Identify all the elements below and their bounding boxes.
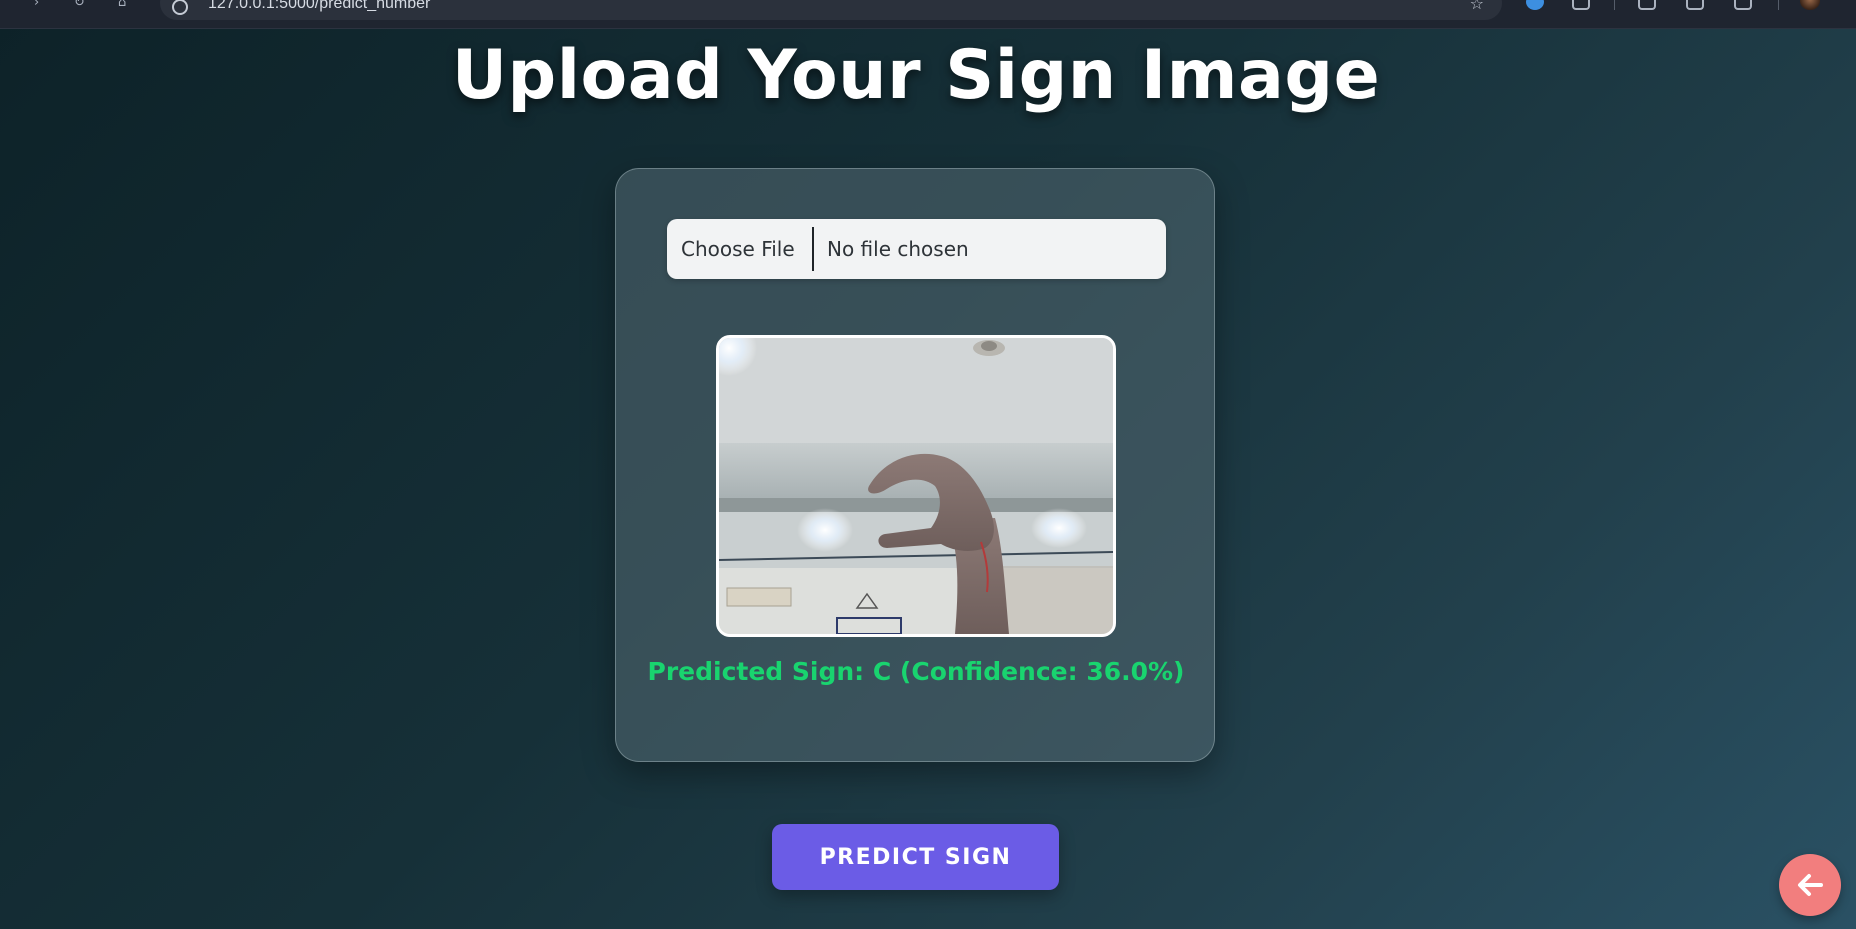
- file-input[interactable]: Choose File No file chosen: [667, 219, 1166, 279]
- file-input-divider: [812, 227, 814, 271]
- extension-puzzle-icon[interactable]: [1572, 0, 1590, 10]
- toolbar-divider: [1778, 0, 1779, 10]
- browser-toolbar: › ↻ ⌂ 127.0.0.1:5000/predict_number ☆: [0, 0, 1856, 29]
- share-icon[interactable]: [1638, 0, 1656, 10]
- home-icon[interactable]: ⌂: [118, 0, 126, 10]
- page-title: Upload Your Sign Image: [451, 36, 1381, 115]
- hand-sign-photo: [719, 338, 1113, 634]
- back-button[interactable]: [1779, 854, 1841, 916]
- file-status-text: No file chosen: [827, 237, 969, 261]
- predict-sign-button[interactable]: PREDICT SIGN: [772, 824, 1059, 890]
- upload-card: Choose File No file chosen Predicted Sig…: [615, 168, 1215, 762]
- bookmark-star-icon[interactable]: ☆: [1470, 0, 1484, 12]
- toolbar-divider: [1614, 0, 1615, 10]
- arrow-left-icon: [1798, 874, 1823, 896]
- site-info-icon[interactable]: [172, 0, 188, 15]
- qr-code-icon[interactable]: [1734, 0, 1752, 10]
- prediction-result: Predicted Sign: C (Confidence: 36.0%): [647, 657, 1185, 686]
- forward-icon[interactable]: ›: [34, 0, 39, 10]
- reading-list-icon[interactable]: [1686, 0, 1704, 10]
- profile-avatar[interactable]: [1800, 0, 1820, 10]
- address-bar[interactable]: 127.0.0.1:5000/predict_number ☆: [160, 0, 1502, 20]
- uploaded-image-preview: [716, 335, 1116, 637]
- extension-icon[interactable]: [1526, 0, 1544, 10]
- address-url: 127.0.0.1:5000/predict_number: [208, 0, 431, 12]
- choose-file-button[interactable]: Choose File: [681, 219, 795, 279]
- reload-icon[interactable]: ↻: [74, 0, 85, 10]
